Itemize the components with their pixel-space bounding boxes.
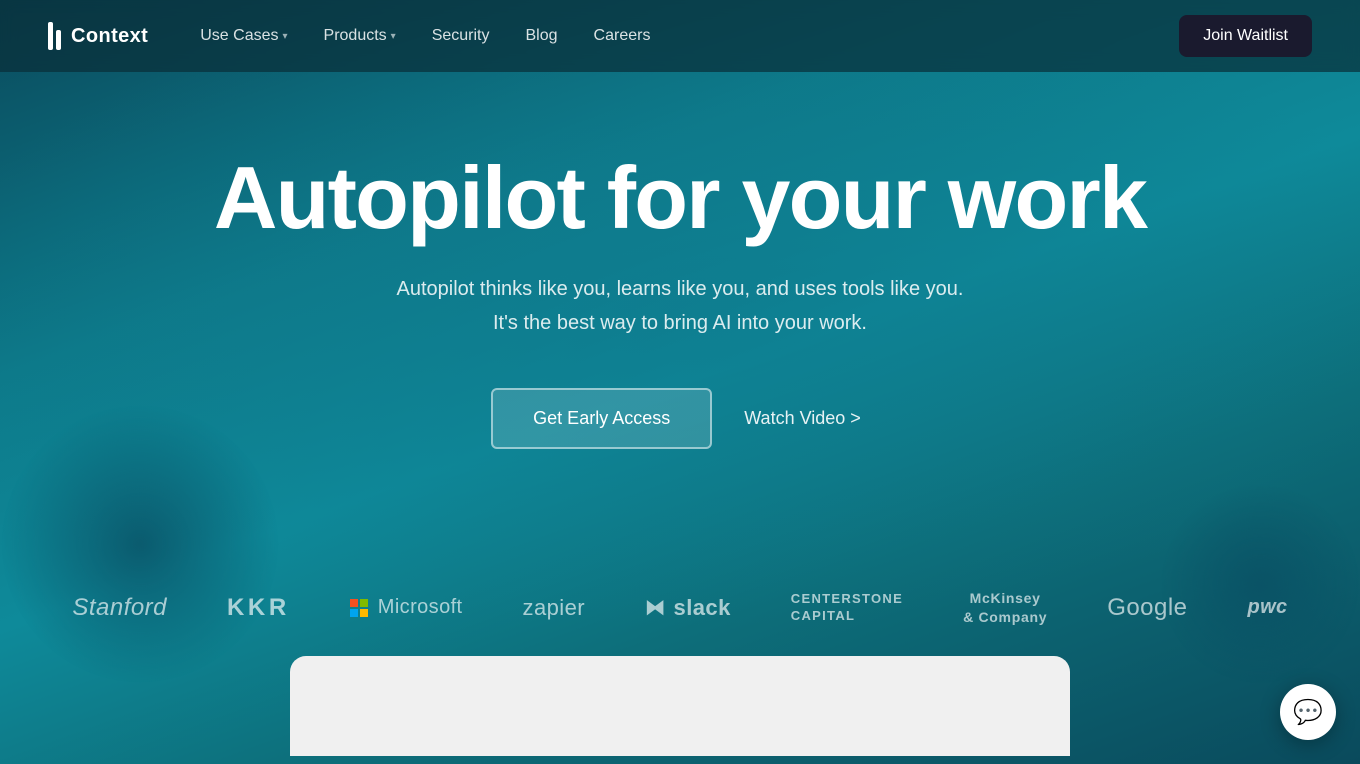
logo-microsoft: Microsoft <box>350 596 463 619</box>
nav-careers[interactable]: Careers <box>578 19 667 53</box>
nav-use-cases[interactable]: Use Cases ▾ <box>184 19 303 53</box>
get-early-access-button[interactable]: Get Early Access <box>491 388 712 449</box>
logo-kkr: KKR <box>227 594 290 622</box>
logo-bar-2 <box>56 30 61 50</box>
logo-text: Context <box>71 25 148 48</box>
watch-video-button[interactable]: Watch Video > <box>736 390 869 447</box>
chevron-down-icon: ▾ <box>391 31 396 42</box>
hero-subtitle: Autopilot thinks like you, learns like y… <box>397 272 964 340</box>
nav-links: Use Cases ▾ Products ▾ Security Blog Car… <box>184 19 666 53</box>
microsoft-grid-icon <box>350 599 368 617</box>
hero-section: Autopilot for your work Autopilot thinks… <box>0 72 1360 589</box>
logo-pwc: pwc <box>1247 596 1287 619</box>
logo-centerstone: CENTERSTONE CAPITAL <box>791 591 903 625</box>
logo-stanford: Stanford <box>72 594 167 622</box>
cta-group: Get Early Access Watch Video > <box>491 388 869 449</box>
join-waitlist-button[interactable]: Join Waitlist <box>1179 15 1312 57</box>
preview-section <box>0 656 1360 756</box>
nav-left: Context Use Cases ▾ Products ▾ Security … <box>48 19 666 53</box>
chevron-down-icon: ▾ <box>283 31 288 42</box>
logos-strip: Stanford KKR Microsoft zapier ⧓ slack CE… <box>0 589 1360 655</box>
logo-slack: ⧓ slack <box>645 595 731 621</box>
chat-button[interactable]: 💬 <box>1280 684 1336 740</box>
nav-products[interactable]: Products ▾ <box>308 19 412 53</box>
logo-google: Google <box>1107 594 1187 622</box>
logo-bar-1 <box>48 22 53 50</box>
chat-icon: 💬 <box>1293 698 1323 727</box>
logo-mckinsey: McKinsey & Company <box>963 589 1047 625</box>
preview-card <box>290 656 1070 756</box>
slack-hash-icon: ⧓ <box>645 595 665 620</box>
logo[interactable]: Context <box>48 22 148 50</box>
nav-security[interactable]: Security <box>416 19 506 53</box>
logo-icon <box>48 22 61 50</box>
nav-blog[interactable]: Blog <box>510 19 574 53</box>
logos-inner: Stanford KKR Microsoft zapier ⧓ slack CE… <box>0 589 1360 625</box>
hero-title: Autopilot for your work <box>214 152 1146 244</box>
navbar: Context Use Cases ▾ Products ▾ Security … <box>0 0 1360 72</box>
logo-zapier: zapier <box>523 595 586 621</box>
